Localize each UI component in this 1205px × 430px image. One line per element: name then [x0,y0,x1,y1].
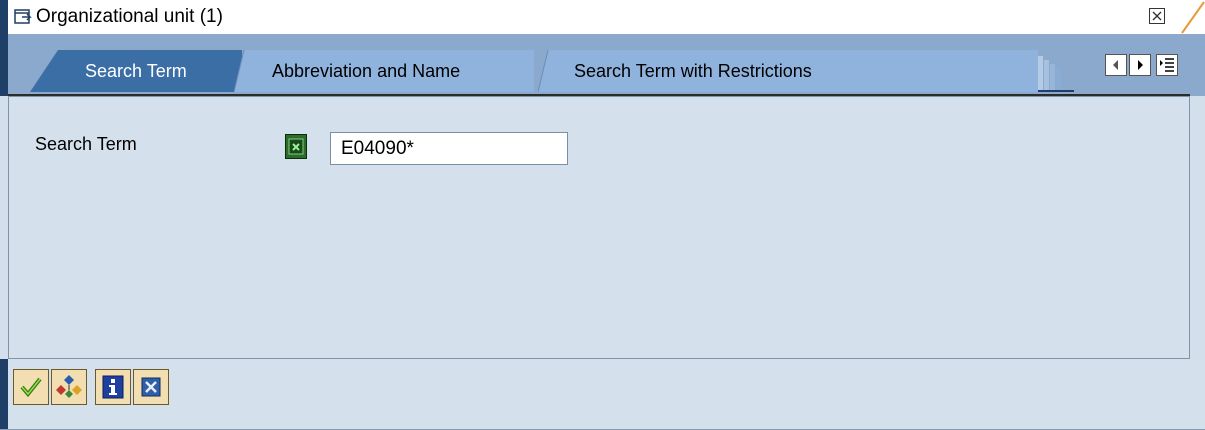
hidden-tabs-indicator [1038,56,1074,92]
window-pointer-icon [14,8,32,26]
checkmark-icon[interactable] [13,369,49,405]
dialog-window: Organizational unit (1) Search Term Abbr… [0,0,1205,430]
hierarchy-icon[interactable] [51,369,87,405]
tab-strip: Search Term Abbreviation and Name Search… [0,34,1205,96]
title-bar-corner [1181,1,1205,34]
close-x-icon[interactable] [1149,8,1165,24]
frame-stripe [0,34,8,96]
cancel-icon[interactable] [133,369,169,405]
tab-list-icon[interactable] [1156,54,1178,76]
search-term-input[interactable] [330,132,568,165]
tab-search-term[interactable]: Search Term [30,48,245,92]
search-term-label: Search Term [35,134,137,154]
selection-options-icon[interactable] [285,134,307,159]
tab-content-panel: Search Term [8,96,1190,359]
scroll-right-icon[interactable] [1129,54,1151,76]
info-icon[interactable] [95,369,131,405]
tab-label: Abbreviation and Name [272,61,461,81]
frame-stripe [0,0,8,34]
tab-search-term-with-restrictions[interactable]: Search Term with Restrictions [538,48,1038,92]
tab-label: Search Term [85,61,187,81]
tab-abbreviation-and-name[interactable]: Abbreviation and Name [234,48,539,92]
scroll-left-icon[interactable] [1105,54,1127,76]
frame-stripe [0,359,8,430]
window-title: Organizational unit (1) [36,6,223,27]
title-bar: Organizational unit (1) [0,0,1205,35]
tab-label: Search Term with Restrictions [574,61,812,81]
footer-toolbar [0,359,1205,430]
